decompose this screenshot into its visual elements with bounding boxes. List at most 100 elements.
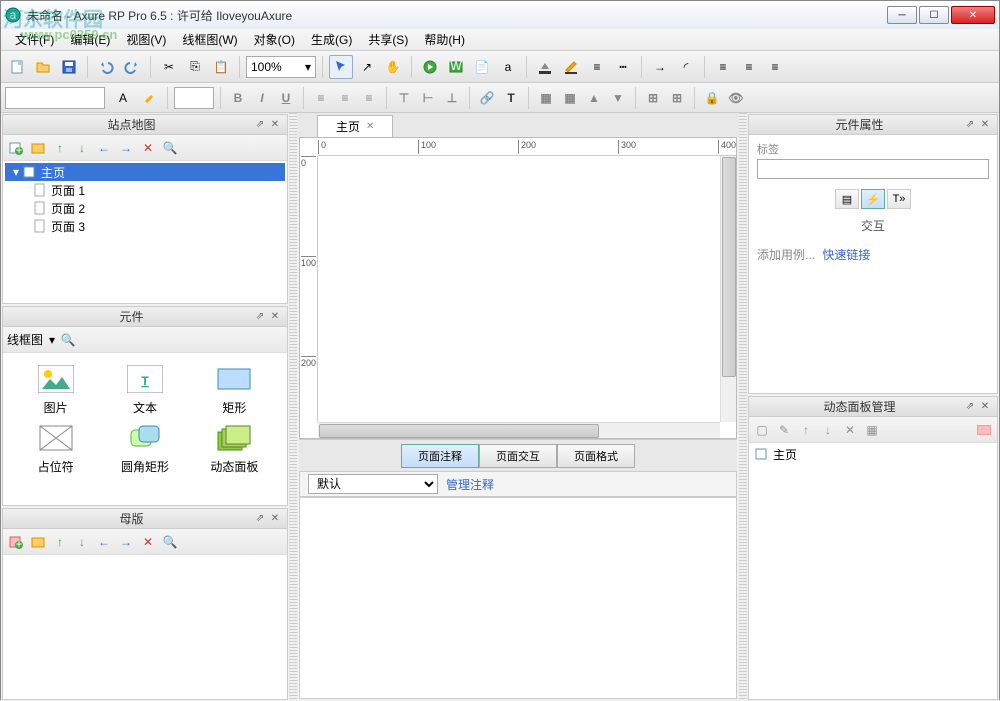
tree-root[interactable]: ▾ 主页 <box>5 163 285 181</box>
lock-button[interactable]: 🔒 <box>701 87 723 109</box>
menu-object[interactable]: 对象(O) <box>246 29 303 50</box>
group-button[interactable]: ▦ <box>535 87 557 109</box>
text-align-center-button[interactable]: ≡ <box>334 87 356 109</box>
add-master-folder-button[interactable] <box>29 533 47 551</box>
clear-format-button[interactable] <box>137 86 161 110</box>
add-page-button[interactable]: + <box>7 139 25 157</box>
hide-button[interactable]: 👁 <box>725 87 747 109</box>
prop-tab-notes[interactable]: ▤ <box>835 189 859 209</box>
menu-share[interactable]: 共享(S) <box>360 29 416 50</box>
close-panel-icon[interactable]: ✕ <box>979 401 991 413</box>
menu-help[interactable]: 帮助(H) <box>416 29 473 50</box>
cut-button[interactable]: ✂ <box>157 55 181 79</box>
font-select[interactable] <box>5 87 105 109</box>
italic-button[interactable]: I <box>251 87 273 109</box>
menu-generate[interactable]: 生成(G) <box>303 29 360 50</box>
align-button[interactable]: ⊞ <box>642 87 664 109</box>
widget-rounded-rect[interactable]: 圆角矩形 <box>104 424 185 475</box>
pin-icon[interactable]: ⇗ <box>964 119 976 131</box>
widget-category-select[interactable]: 线框图 <box>7 331 43 348</box>
copy-button[interactable]: ⎘ <box>183 55 207 79</box>
master-right-button[interactable]: → <box>117 533 135 551</box>
master-down-button[interactable]: ↓ <box>73 533 91 551</box>
tab-page-notes[interactable]: 页面注释 <box>401 444 479 468</box>
scrollbar-horizontal[interactable] <box>318 422 720 438</box>
undo-button[interactable] <box>94 55 118 79</box>
highlight-button[interactable]: A <box>111 86 135 110</box>
distribute-button[interactable]: ⊞ <box>666 87 688 109</box>
text-align-right-button[interactable]: ≡ <box>358 87 380 109</box>
link-button[interactable]: 🔗 <box>476 87 498 109</box>
connector-button[interactable]: ↗ <box>355 55 379 79</box>
tab-close-icon[interactable]: ✕ <box>366 121 374 132</box>
dp-down-button[interactable]: ↓ <box>819 421 837 439</box>
redo-button[interactable] <box>120 55 144 79</box>
prop-tab-interactions[interactable]: ⚡ <box>861 189 885 209</box>
left-splitter[interactable] <box>289 113 297 701</box>
valign-top-button[interactable]: ⊤ <box>393 87 415 109</box>
tree-page[interactable]: 页面 3 <box>5 217 285 235</box>
align-center-icon[interactable]: ≡ <box>737 55 761 79</box>
dp-edit-button[interactable]: ✎ <box>775 421 793 439</box>
maximize-button[interactable]: ☐ <box>919 6 949 24</box>
canvas-tab[interactable]: 主页 ✕ <box>317 115 393 137</box>
spec-button[interactable]: 📄 <box>470 55 494 79</box>
master-search-button[interactable]: 🔍 <box>161 533 179 551</box>
quick-link[interactable]: 快速链接 <box>822 248 870 262</box>
widget-image[interactable]: 图片 <box>15 365 96 416</box>
dp-delete-button[interactable]: ✕ <box>841 421 859 439</box>
search-button[interactable]: 🔍 <box>161 139 179 157</box>
select-mode-button[interactable] <box>329 55 353 79</box>
save-button[interactable] <box>57 55 81 79</box>
scrollbar-vertical[interactable] <box>720 156 736 422</box>
tree-page[interactable]: 页面 1 <box>5 181 285 199</box>
dp-tree-root[interactable]: 主页 <box>751 445 995 463</box>
menu-wireframe[interactable]: 线框图(W) <box>174 29 245 50</box>
arrow-button[interactable]: → <box>648 55 672 79</box>
move-right-button[interactable]: → <box>117 139 135 157</box>
open-button[interactable] <box>31 55 55 79</box>
widget-placeholder[interactable]: 占位符 <box>15 424 96 475</box>
widget-text[interactable]: T文本 <box>104 365 185 416</box>
pin-icon[interactable]: ⇗ <box>254 311 266 323</box>
master-delete-button[interactable]: ✕ <box>139 533 157 551</box>
prop-tab-format[interactable]: T» <box>887 189 911 209</box>
align-left-icon[interactable]: ≡ <box>711 55 735 79</box>
corner-button[interactable]: ◜ <box>674 55 698 79</box>
move-down-button[interactable]: ↓ <box>73 139 91 157</box>
valign-bottom-button[interactable]: ⊥ <box>441 87 463 109</box>
pin-icon[interactable]: ⇗ <box>254 119 266 131</box>
minimize-button[interactable]: ─ <box>887 6 917 24</box>
pin-icon[interactable]: ⇗ <box>964 401 976 413</box>
paste-button[interactable]: 📋 <box>209 55 233 79</box>
notes-default-select[interactable]: 默认 <box>308 474 438 494</box>
add-folder-button[interactable] <box>29 139 47 157</box>
line-width-button[interactable]: ≡ <box>585 55 609 79</box>
front-button[interactable]: ▲ <box>583 87 605 109</box>
generate-button[interactable]: W <box>444 55 468 79</box>
close-panel-icon[interactable]: ✕ <box>269 513 281 525</box>
text-align-left-button[interactable]: ≡ <box>310 87 332 109</box>
menu-file[interactable]: 文件(F) <box>7 29 62 50</box>
master-left-button[interactable]: ← <box>95 533 113 551</box>
text-color-button[interactable]: T <box>500 87 522 109</box>
tab-page-interactions[interactable]: 页面交互 <box>479 444 557 468</box>
add-master-button[interactable]: + <box>7 533 25 551</box>
bold-button[interactable]: B <box>227 87 249 109</box>
widget-rectangle[interactable]: 矩形 <box>194 365 275 416</box>
delete-page-button[interactable]: ✕ <box>139 139 157 157</box>
widget-dynamic-panel[interactable]: 动态面板 <box>194 424 275 475</box>
line-style-button[interactable]: ┅ <box>611 55 635 79</box>
notes-textarea[interactable] <box>299 497 737 699</box>
back-button[interactable]: ▼ <box>607 87 629 109</box>
dp-add-button[interactable]: ▢ <box>753 421 771 439</box>
tree-page[interactable]: 页面 2 <box>5 199 285 217</box>
close-panel-icon[interactable]: ✕ <box>269 119 281 131</box>
close-button[interactable]: ✕ <box>951 6 995 24</box>
line-color-button[interactable] <box>559 55 583 79</box>
dp-hide-button[interactable]: ▦ <box>863 421 881 439</box>
widget-search-button[interactable]: 🔍 <box>59 331 77 349</box>
close-panel-icon[interactable]: ✕ <box>979 119 991 131</box>
fill-color-button[interactable] <box>533 55 557 79</box>
tab-page-format[interactable]: 页面格式 <box>557 444 635 468</box>
